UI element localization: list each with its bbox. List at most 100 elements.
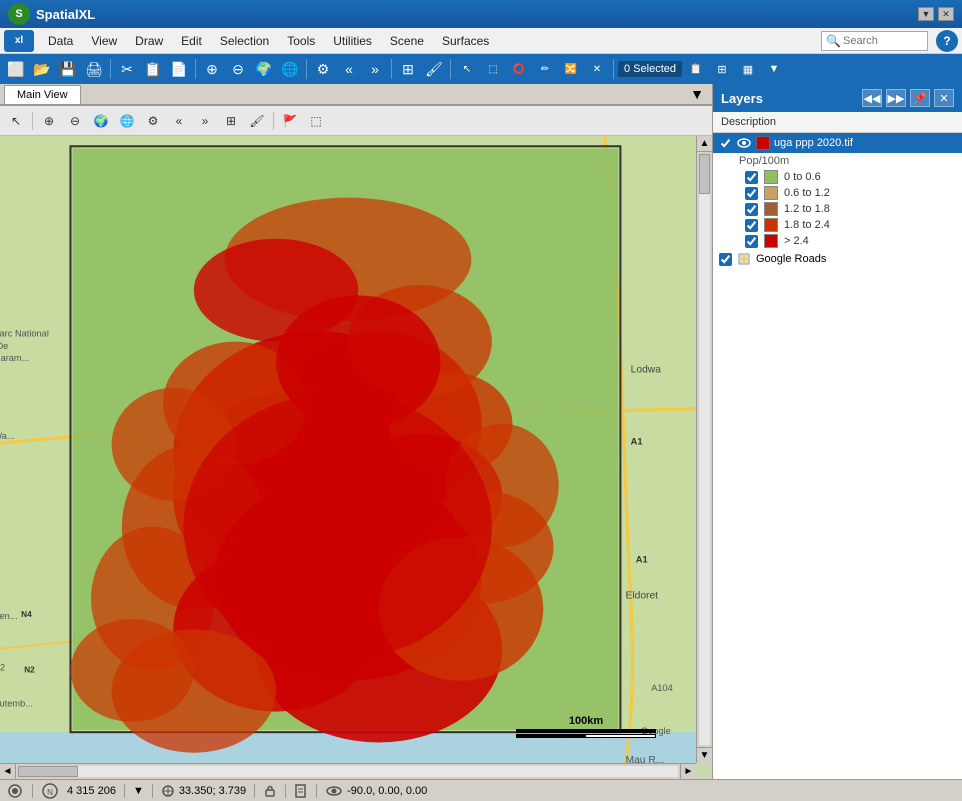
tab-dropdown[interactable]: ▼ (686, 84, 708, 104)
map-settings[interactable]: ⚙ (141, 109, 165, 133)
scrollbar-track-h[interactable] (18, 766, 678, 777)
map-zoom-out[interactable]: ⊖ (63, 109, 87, 133)
view-tabbar: Main View ▼ (0, 84, 712, 106)
close-button[interactable]: ✕ (938, 7, 954, 21)
menu-surfaces[interactable]: Surfaces (434, 31, 497, 51)
toolbar-print[interactable]: 🖨 (82, 57, 106, 81)
toolbar-cut[interactable]: ✂ (115, 57, 139, 81)
map-box[interactable]: ⬚ (304, 109, 328, 133)
map-zoom-in[interactable]: ⊕ (37, 109, 61, 133)
legend-checkbox-3[interactable] (745, 219, 758, 232)
toolbar-select6[interactable]: ✕ (585, 57, 609, 81)
scale-bar: 100km (516, 715, 656, 738)
help-button[interactable]: ? (936, 30, 958, 52)
map-grid[interactable]: ⊞ (219, 109, 243, 133)
menu-selection[interactable]: Selection (212, 31, 277, 51)
menu-data[interactable]: Data (40, 31, 81, 51)
menu-utilities[interactable]: Utilities (325, 31, 380, 51)
toolbar-select5[interactable]: 🔀 (559, 57, 583, 81)
roads-icon (737, 252, 751, 266)
legend-row-1: 0.6 to 1.2 (713, 185, 962, 201)
scrollbar-track-v[interactable] (699, 154, 710, 745)
toolbar-select3[interactable]: ⭕ (507, 57, 531, 81)
layers-pin-btn[interactable]: 📌 (910, 89, 930, 107)
toolbar-select-options2[interactable]: ⊞ (710, 57, 734, 81)
layers-forward-btn[interactable]: ▶▶ (886, 89, 906, 107)
toolbar-prev[interactable]: « (337, 57, 361, 81)
map-toolbar: ↖ ⊕ ⊖ 🌍 🌐 ⚙ « » ⊞ 🖌 🚩 ⬚ (0, 106, 712, 136)
search-input[interactable] (843, 35, 923, 47)
status-coords: 33.350; 3.739 (161, 784, 246, 798)
layer-row-uga-ppp[interactable]: uga ppp 2020.tif (713, 133, 962, 153)
toolbar-settings[interactable]: ⚙ (311, 57, 335, 81)
menu-edit[interactable]: Edit (173, 31, 210, 51)
toolbar-paint[interactable]: 🖌 (422, 57, 446, 81)
legend-checkbox-2[interactable] (745, 203, 758, 216)
map-arrow-tool[interactable]: ↖ (4, 109, 28, 133)
scrollbar-thumb-h[interactable] (18, 766, 78, 777)
menu-draw[interactable]: Draw (127, 31, 171, 51)
layers-back-btn[interactable]: ◀◀ (862, 89, 882, 107)
status-sep5 (285, 784, 286, 798)
svg-text:De: De (0, 341, 8, 351)
legend-group-label: Pop/100m (713, 153, 962, 169)
map-paint[interactable]: 🖌 (245, 109, 269, 133)
map-prev[interactable]: « (167, 109, 191, 133)
toolbar-save[interactable]: 💾 (56, 57, 80, 81)
toolbar-grid[interactable]: ⊞ (396, 57, 420, 81)
toolbar-zoom-out[interactable]: ⊖ (226, 57, 250, 81)
legend-checkbox-1[interactable] (745, 187, 758, 200)
scrollbar-up[interactable]: ▲ (697, 136, 712, 152)
svg-text:Garam...: Garam... (0, 353, 29, 363)
document-icon (294, 784, 308, 798)
status-doc (294, 784, 308, 798)
scrollbar-thumb-v[interactable] (699, 154, 710, 194)
layer-checkbox-google-roads[interactable] (719, 253, 732, 266)
map-scrollbar-vertical[interactable]: ▲ ▼ (696, 136, 712, 763)
scrollbar-down[interactable]: ▼ (697, 747, 712, 763)
legend-row-4: > 2.4 (713, 233, 962, 249)
legend-checkbox-4[interactable] (745, 235, 758, 248)
minimize-button[interactable]: ▼ (918, 7, 934, 21)
toolbar-zoom-in[interactable]: ⊕ (200, 57, 224, 81)
menu-tools[interactable]: Tools (279, 31, 323, 51)
toolbar-select4[interactable]: ✏ (533, 57, 557, 81)
status-dropdown[interactable]: ▼ (133, 785, 144, 797)
toolbar-new[interactable]: ⬜ (4, 57, 28, 81)
map-next[interactable]: » (193, 109, 217, 133)
main-view-tab[interactable]: Main View (4, 85, 81, 104)
layer-checkbox-uga-ppp[interactable] (719, 137, 732, 150)
map-globe1[interactable]: 🌍 (89, 109, 113, 133)
status-sep4 (254, 784, 255, 798)
toolbar-select-options3[interactable]: ▦ (736, 57, 760, 81)
legend-color-4 (764, 234, 778, 248)
menu-scene[interactable]: Scene (382, 31, 432, 51)
map-flag[interactable]: 🚩 (278, 109, 302, 133)
toolbar-globe1[interactable]: 🌍 (252, 57, 276, 81)
toolbar-globe2[interactable]: 🌐 (278, 57, 302, 81)
svg-text:Eldoret: Eldoret (626, 591, 659, 602)
scrollbar-right[interactable]: ► (680, 764, 696, 779)
legend-label-2: 1.2 to 1.8 (784, 203, 830, 215)
svg-text:N4: N4 (21, 610, 32, 619)
toolbar-next[interactable]: » (363, 57, 387, 81)
toolbar-paste[interactable]: 📄 (167, 57, 191, 81)
toolbar-select1[interactable]: ↖ (455, 57, 479, 81)
map-scrollbar-horizontal[interactable]: ◄ ► (0, 763, 696, 779)
toolbar-select2[interactable]: ⬚ (481, 57, 505, 81)
map-globe2[interactable]: 🌐 (115, 109, 139, 133)
layers-close-btn[interactable]: ✕ (934, 89, 954, 107)
scrollbar-left[interactable]: ◄ (0, 764, 16, 779)
toolbar-copy[interactable]: 📋 (141, 57, 165, 81)
menu-view[interactable]: View (83, 31, 125, 51)
toolbar-dropdown[interactable]: ▼ (762, 57, 786, 81)
eye-status-icon (325, 784, 343, 798)
toolbar-sep4 (391, 59, 392, 79)
toolbar-select-options1[interactable]: 📋 (684, 57, 708, 81)
toolbar-open[interactable]: 📂 (30, 57, 54, 81)
legend-row-0: 0 to 0.6 (713, 169, 962, 185)
map-background[interactable]: Lodwa Eldoret Mau R... Parc National De … (0, 136, 696, 763)
layer-row-google-roads[interactable]: Google Roads (713, 249, 962, 269)
legend-checkbox-0[interactable] (745, 171, 758, 184)
crosshair-icon (161, 784, 175, 798)
